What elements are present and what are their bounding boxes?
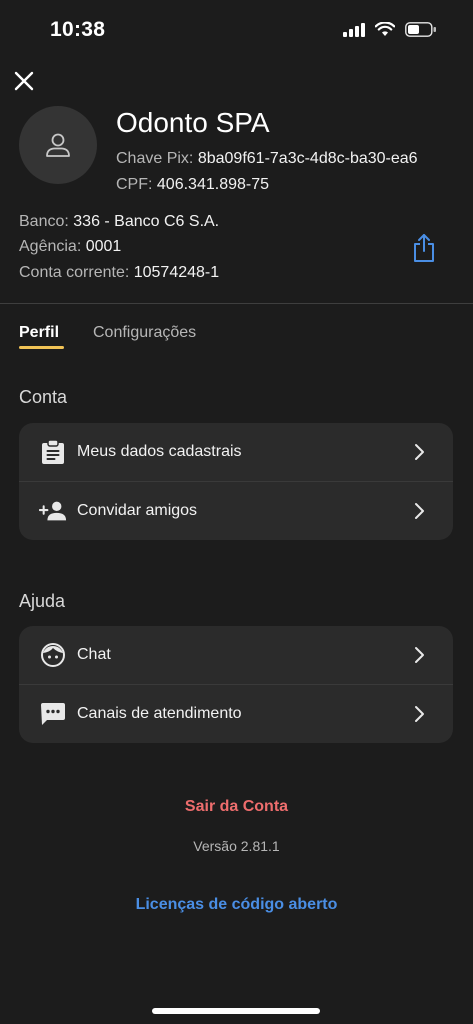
account-info: Conta corrente: 10574248-1	[19, 264, 219, 282]
account-card: Meus dados cadastrais Convidar amigos	[19, 423, 453, 540]
tab-configuracoes[interactable]: Configurações	[93, 324, 196, 342]
menu-item-chat[interactable]: Chat	[19, 626, 453, 684]
app-version: Versão 2.81.1	[193, 838, 280, 854]
agency-value: 0001	[85, 238, 122, 255]
help-card: Chat Canais de atendimento	[19, 626, 453, 743]
agency-info: Agência: 0001	[19, 238, 121, 256]
account-value: 10574248-1	[133, 264, 220, 281]
share-icon	[414, 234, 434, 262]
battery-icon	[405, 22, 436, 37]
menu-item-convidar-amigos[interactable]: Convidar amigos	[19, 481, 453, 540]
section-title-ajuda: Ajuda	[19, 591, 66, 611]
menu-item-label: Convidar amigos	[77, 502, 198, 519]
menu-item-label: Canais de atendimento	[77, 705, 242, 722]
chevron-right-icon	[415, 706, 424, 722]
open-source-licenses-link[interactable]: Licenças de código aberto	[0, 896, 473, 914]
add-person-icon	[39, 497, 67, 525]
cpf: CPF: 406.341.898-75	[116, 176, 269, 194]
clipboard-icon	[39, 438, 67, 466]
pix-key: Chave Pix: 8ba09f61-7a3c-4d8c-ba30-ea6	[116, 150, 473, 168]
account-label: Conta corrente:	[19, 264, 130, 281]
chevron-right-icon	[415, 503, 424, 519]
bank-value: 336 - Banco C6 S.A.	[73, 213, 220, 230]
account-name: Odonto SPA	[116, 107, 270, 138]
menu-item-label: Chat	[77, 646, 111, 663]
wifi-icon	[375, 22, 395, 36]
chevron-right-icon	[415, 647, 424, 663]
tab-active-indicator	[19, 346, 64, 349]
menu-item-label: Meus dados cadastrais	[77, 443, 242, 460]
section-title-conta: Conta	[19, 387, 68, 407]
pix-label: Chave Pix:	[116, 150, 194, 167]
status-time: 10:38	[50, 18, 106, 41]
pix-value: 8ba09f61-7a3c-4d8c-ba30-ea6	[197, 150, 418, 167]
tab-perfil[interactable]: Perfil	[19, 324, 59, 342]
menu-item-canais-atendimento[interactable]: Canais de atendimento	[19, 684, 453, 743]
bank-label: Banco:	[19, 213, 69, 230]
signal-icon	[343, 22, 365, 37]
chevron-right-icon	[415, 444, 424, 460]
agency-label: Agência:	[19, 238, 82, 255]
menu-item-meus-dados[interactable]: Meus dados cadastrais	[19, 423, 453, 481]
cpf-label: CPF:	[116, 176, 153, 193]
close-icon	[14, 71, 34, 91]
logout-button[interactable]: Sair da Conta	[0, 798, 473, 816]
message-dots-icon	[39, 700, 67, 728]
chat-face-icon	[39, 641, 67, 669]
person-icon	[46, 133, 70, 157]
header-divider	[0, 303, 473, 304]
cpf-value: 406.341.898-75	[156, 176, 270, 193]
bank-info: Banco: 336 - Banco C6 S.A.	[19, 213, 219, 231]
status-icons	[343, 22, 437, 37]
close-button[interactable]	[12, 69, 36, 93]
share-button[interactable]	[412, 233, 436, 263]
home-indicator[interactable]	[152, 1008, 320, 1014]
avatar	[19, 106, 97, 184]
